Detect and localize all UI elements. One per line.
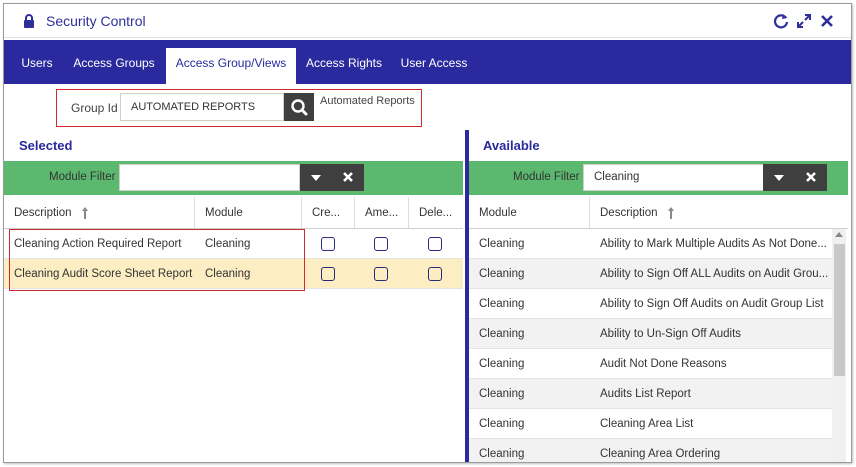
expand-icon[interactable] <box>796 13 812 29</box>
available-table-row[interactable]: Cleaning Cleaning Area Ordering <box>469 439 832 462</box>
available-table-row[interactable]: Cleaning Audit Not Done Reasons <box>469 349 832 379</box>
group-id-input[interactable]: AUTOMATED REPORTS <box>120 93 284 121</box>
tab-user-access[interactable]: User Access <box>394 40 474 84</box>
available-table-row[interactable]: Cleaning Cleaning Area List <box>469 409 832 439</box>
refresh-icon[interactable] <box>773 13 789 29</box>
row-description: Ability to Sign Off Audits on Audit Grou… <box>600 298 824 310</box>
sort-up-icon <box>81 206 88 219</box>
selected-col-description-label: Description <box>14 207 72 219</box>
search-icon <box>291 99 308 116</box>
row-description: Cleaning Area List <box>600 418 694 430</box>
create-checkbox[interactable] <box>321 267 335 281</box>
row-module: Cleaning <box>479 238 525 250</box>
selected-col-module[interactable]: Module <box>195 197 302 229</box>
row-module: Cleaning <box>479 328 525 340</box>
available-col-description-label: Description <box>600 207 658 219</box>
row-module: Cleaning <box>479 418 525 430</box>
title-bar: Security Control <box>4 4 851 38</box>
available-module-filter-input[interactable]: Cleaning <box>583 164 766 191</box>
chevron-down-icon <box>774 175 784 181</box>
tab-users[interactable]: Users <box>12 40 62 84</box>
group-id-label: Group Id <box>71 101 118 115</box>
group-description: Automated Reports <box>320 95 415 107</box>
row-description: Audits List Report <box>600 388 691 400</box>
selected-filter-clear-button[interactable] <box>332 164 364 191</box>
row-description: Audit Not Done Reasons <box>600 358 727 370</box>
row-module: Cleaning <box>479 448 525 460</box>
available-table-row[interactable]: Cleaning Ability to Un-Sign Off Audits <box>469 319 832 349</box>
clear-icon <box>343 172 353 182</box>
delete-checkbox[interactable] <box>428 237 442 251</box>
tab-access-rights[interactable]: Access Rights <box>302 40 386 84</box>
create-checkbox[interactable] <box>321 237 335 251</box>
selected-module-filter-label: Module Filter <box>49 171 116 183</box>
selected-filter-dropdown-button[interactable] <box>300 164 332 191</box>
selected-rows-annotation-box <box>9 229 305 291</box>
group-search-button[interactable] <box>284 93 314 121</box>
available-table-row[interactable]: Cleaning Ability to Mark Multiple Audits… <box>469 229 832 259</box>
available-module-filter-label: Module Filter <box>513 171 580 183</box>
available-table-row[interactable]: Cleaning Audits List Report <box>469 379 832 409</box>
available-table-row[interactable]: Cleaning Ability to Sign Off Audits on A… <box>469 289 832 319</box>
selected-col-amend[interactable]: Ame... <box>355 197 409 229</box>
clear-icon <box>806 172 816 182</box>
row-description: Cleaning Area Ordering <box>600 448 721 460</box>
available-scroll-thumb[interactable] <box>834 244 845 376</box>
window-title: Security Control <box>46 13 146 29</box>
row-module: Cleaning <box>479 358 525 370</box>
chevron-down-icon <box>311 175 321 181</box>
row-module: Cleaning <box>479 388 525 400</box>
amend-checkbox[interactable] <box>374 237 388 251</box>
tab-access-group-views[interactable]: Access Group/Views <box>166 48 296 84</box>
row-description: Ability to Sign Off ALL Audits on Audit … <box>600 268 829 280</box>
selected-col-description[interactable]: Description <box>4 197 195 229</box>
security-control-window: Security Control Users Access Groups Acc… <box>3 3 852 463</box>
tab-bar: Users Access Groups Access Group/Views A… <box>4 40 851 84</box>
selected-module-filter-input[interactable] <box>119 164 300 191</box>
available-title: Available <box>483 138 540 153</box>
close-icon[interactable] <box>819 13 835 29</box>
available-table-row[interactable]: Cleaning Ability to Sign Off ALL Audits … <box>469 259 832 289</box>
row-module: Cleaning <box>479 298 525 310</box>
available-filter-clear-button[interactable] <box>795 164 827 191</box>
amend-checkbox[interactable] <box>374 267 388 281</box>
selected-grid-header: Description Module Cre... Ame... Dele... <box>4 197 463 229</box>
lock-icon <box>24 14 34 28</box>
available-col-module[interactable]: Module <box>469 197 590 229</box>
available-filter-dropdown-button[interactable] <box>763 164 795 191</box>
scroll-up-arrow[interactable] <box>835 232 843 237</box>
row-description: Ability to Un-Sign Off Audits <box>600 328 742 340</box>
delete-checkbox[interactable] <box>428 267 442 281</box>
selected-col-delete[interactable]: Dele... <box>409 197 463 229</box>
sort-up-icon <box>667 206 674 219</box>
row-description: Ability to Mark Multiple Audits As Not D… <box>600 238 827 250</box>
tab-access-groups[interactable]: Access Groups <box>68 40 160 84</box>
selected-title: Selected <box>19 138 73 153</box>
row-module: Cleaning <box>479 268 525 280</box>
available-col-description[interactable]: Description <box>590 197 848 229</box>
selected-col-create[interactable]: Cre... <box>302 197 355 229</box>
available-grid-header: Module Description <box>469 197 848 229</box>
